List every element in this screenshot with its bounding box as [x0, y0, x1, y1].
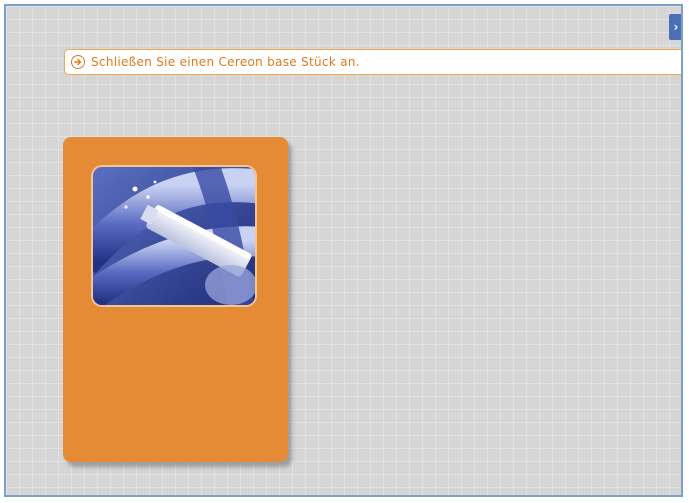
usb-stick-image — [93, 167, 255, 305]
instruction-bar: Schließen Sie einen Cereon base Stück an… — [64, 49, 681, 75]
instruction-text: Schließen Sie einen Cereon base Stück an… — [91, 55, 360, 69]
usb-stick-card[interactable] — [63, 137, 288, 462]
app-canvas: › Schließen Sie einen Cereon base Stück … — [4, 4, 683, 497]
arrow-right-circle-icon — [71, 55, 85, 69]
chevron-right-icon[interactable]: › — [669, 14, 681, 40]
